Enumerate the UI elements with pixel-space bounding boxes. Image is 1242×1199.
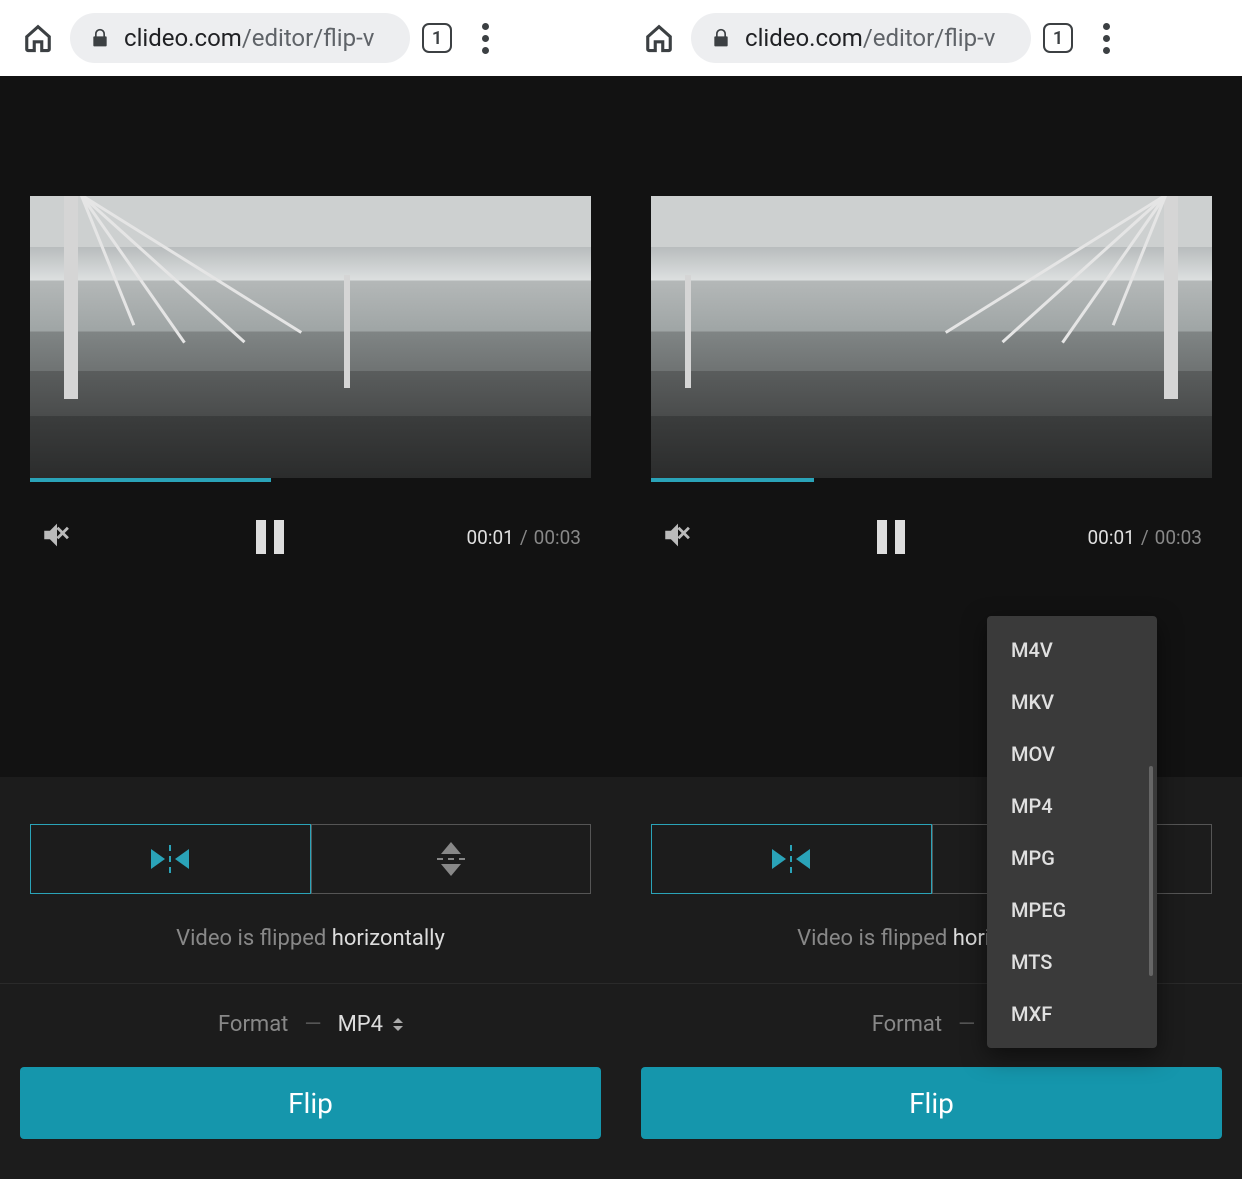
format-option-mov[interactable]: MOV [987, 728, 1157, 780]
url-text: clideo.com/editor/flip-v [745, 24, 995, 52]
browser-toolbar: clideo.com/editor/flip-v 1 [0, 0, 621, 76]
address-bar[interactable]: clideo.com/editor/flip-v [691, 13, 1031, 63]
browser-toolbar: clideo.com/editor/flip-v 1 [621, 0, 1242, 76]
flip-vertical-button[interactable] [311, 824, 592, 894]
format-value: MP4 [338, 1012, 403, 1037]
volume-muted-icon [661, 518, 695, 552]
volume-muted-icon [40, 518, 74, 552]
format-label: Format [872, 1012, 942, 1037]
format-option-mpg[interactable]: MPG [987, 832, 1157, 884]
editor-area: 00:01/00:03 Video is flipped horizonta [621, 76, 1242, 1179]
home-icon [23, 23, 53, 53]
format-option-m4v[interactable]: M4V [987, 624, 1157, 676]
format-option-mp4[interactable]: MP4 [987, 780, 1157, 832]
mute-button[interactable] [661, 518, 695, 556]
home-button[interactable] [18, 23, 58, 53]
tab-count-button[interactable]: 1 [422, 23, 452, 53]
pause-button[interactable] [877, 520, 905, 554]
dropdown-scrollbar[interactable] [1149, 766, 1153, 976]
flip-action-button[interactable]: Flip [641, 1067, 1222, 1139]
format-dropdown-menu: M4V MKV MOV MP4 MPG MPEG MTS MXF [987, 616, 1157, 1048]
flip-vertical-icon [437, 842, 465, 876]
browser-menu-button[interactable] [1091, 23, 1121, 54]
video-progress[interactable] [651, 478, 1212, 482]
progress-fill [651, 478, 814, 482]
time-display: 00:01/00:03 [1088, 526, 1203, 549]
home-button[interactable] [639, 23, 679, 53]
lock-icon [90, 27, 110, 49]
format-option-mts[interactable]: MTS [987, 936, 1157, 988]
format-option-mxf[interactable]: MXF [987, 988, 1157, 1040]
url-text: clideo.com/editor/flip-v [124, 24, 374, 52]
format-label: Format [218, 1012, 288, 1037]
format-selector[interactable]: Format — MP4 [0, 983, 621, 1065]
flip-horizontal-button[interactable] [30, 824, 311, 894]
format-option-mkv[interactable]: MKV [987, 676, 1157, 728]
screenshot-right: clideo.com/editor/flip-v 1 [621, 0, 1242, 1199]
video-progress[interactable] [30, 478, 591, 482]
flip-horizontal-icon [772, 845, 810, 873]
flip-horizontal-icon [151, 845, 189, 873]
video-preview[interactable] [30, 196, 591, 478]
tab-count-button[interactable]: 1 [1043, 23, 1073, 53]
home-icon [644, 23, 674, 53]
time-display: 00:01/00:03 [467, 526, 582, 549]
editor-area: 00:01/00:03 Video is flipped horizonta [0, 76, 621, 1179]
progress-fill [30, 478, 271, 482]
select-arrows-icon [393, 1018, 403, 1031]
flip-status-text: Video is flipped horizontally [0, 894, 621, 983]
address-bar[interactable]: clideo.com/editor/flip-v [70, 13, 410, 63]
mute-button[interactable] [40, 518, 74, 556]
format-option-mpeg[interactable]: MPEG [987, 884, 1157, 936]
browser-menu-button[interactable] [470, 23, 500, 54]
video-preview[interactable] [651, 196, 1212, 478]
flip-horizontal-button[interactable] [651, 824, 932, 894]
screenshot-left: clideo.com/editor/flip-v 1 [0, 0, 621, 1199]
pause-button[interactable] [256, 520, 284, 554]
lock-icon [711, 27, 731, 49]
flip-action-button[interactable]: Flip [20, 1067, 601, 1139]
